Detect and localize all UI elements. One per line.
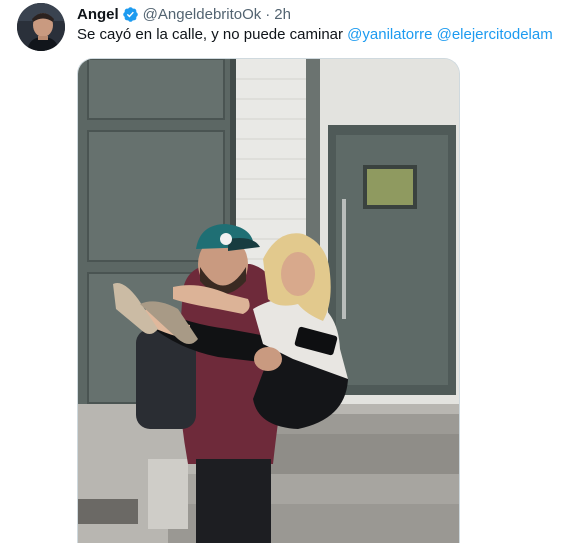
photo-icon (78, 59, 459, 543)
tweet-photo[interactable] (77, 58, 460, 543)
mention-link[interactable]: @yanilatorre (347, 26, 432, 43)
mention-link[interactable]: @elejercitodelam (437, 26, 553, 43)
tweet-text-content: Se cayó en la calle, y no puede caminar (77, 26, 343, 43)
display-name[interactable]: Angel (77, 6, 119, 23)
separator-dot: · (265, 5, 271, 23)
verified-badge-icon (122, 6, 139, 23)
tweet-header: Angel @AngeldebritoOk · 2h (77, 4, 291, 24)
author-handle[interactable]: @AngeldebritoOk (143, 6, 262, 23)
tweet[interactable]: Angel @AngeldebritoOk · 2h Se cayó en la… (0, 0, 568, 543)
tweet-text: Se cayó en la calle, y no puede caminar … (77, 25, 557, 45)
avatar[interactable] (17, 3, 65, 51)
avatar-icon (17, 3, 65, 51)
timestamp[interactable]: 2h (274, 6, 291, 23)
